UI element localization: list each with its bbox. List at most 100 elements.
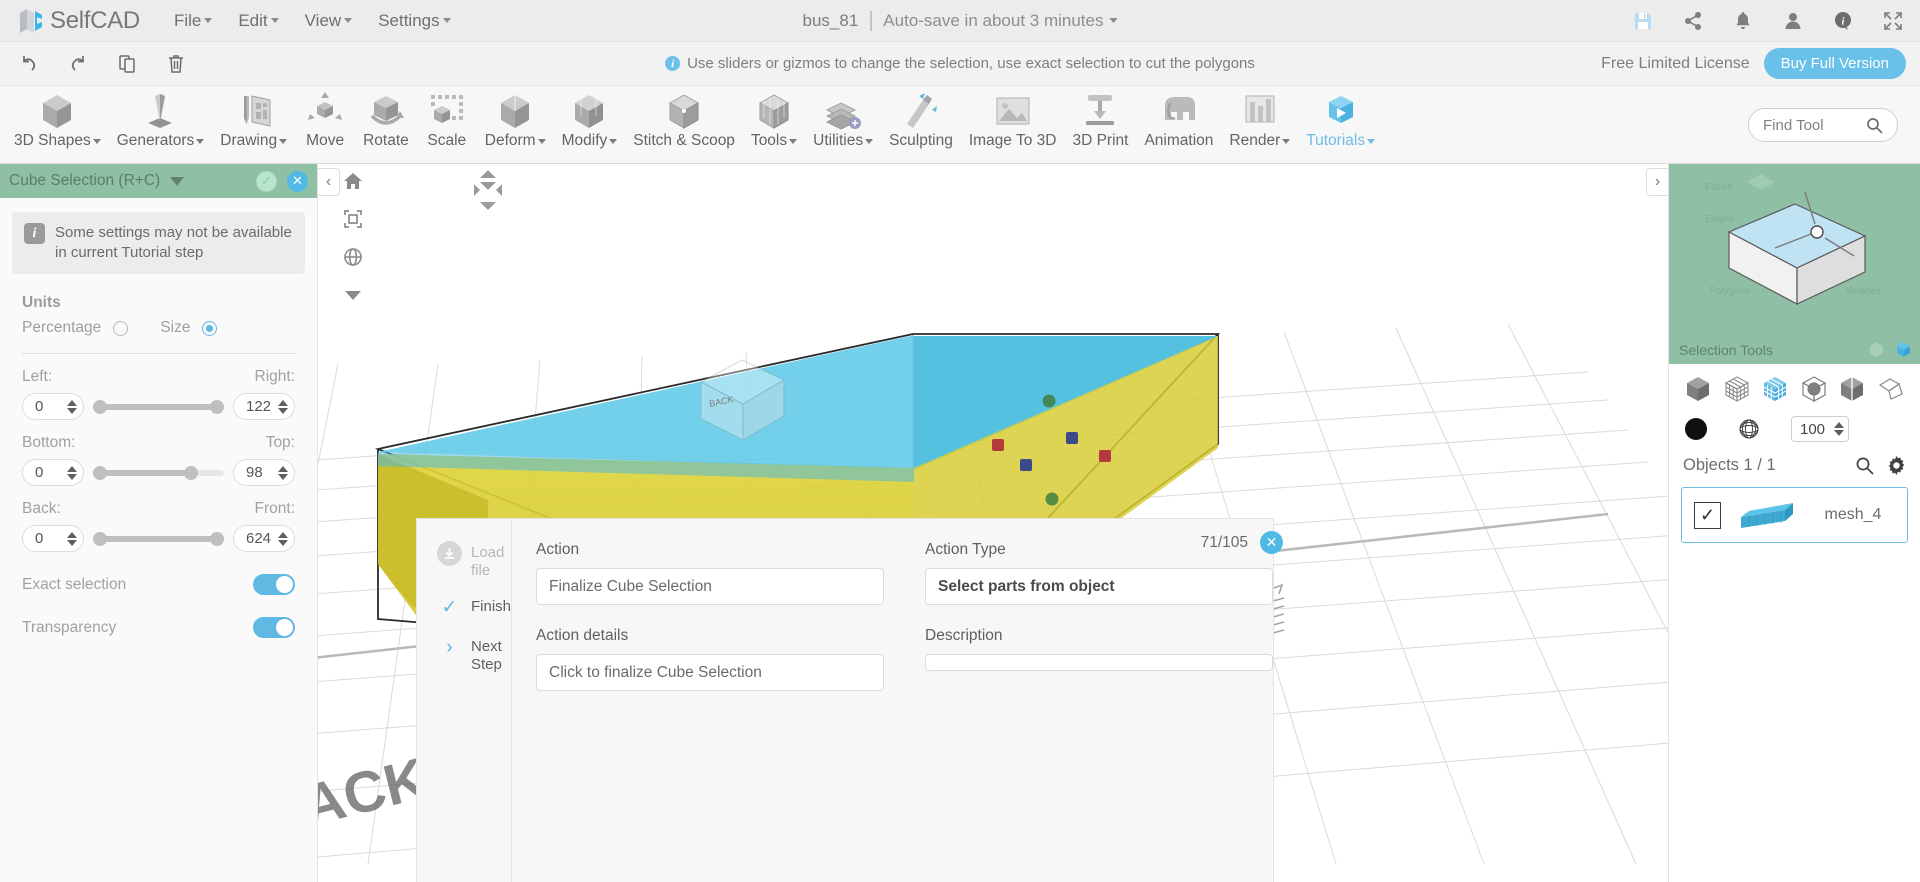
stepper-arrows-icon[interactable] xyxy=(67,399,77,414)
units-options: Percentage Size xyxy=(22,319,317,337)
copy-icon[interactable] xyxy=(116,53,138,75)
save-icon[interactable] xyxy=(1632,10,1654,32)
spinner-right[interactable]: 122 xyxy=(233,393,295,421)
solid-black-circle-icon[interactable] xyxy=(1685,418,1707,440)
gear-icon[interactable] xyxy=(1887,456,1906,475)
user-account-icon[interactable] xyxy=(1782,10,1804,32)
tutorial-step-load-file[interactable]: Load file xyxy=(437,541,511,580)
undo-icon[interactable] xyxy=(18,53,40,75)
open-polygon-icon[interactable] xyxy=(1876,374,1906,404)
search-icon[interactable] xyxy=(1855,456,1874,475)
buy-full-version-button[interactable]: Buy Full Version xyxy=(1763,48,1906,79)
toolbar-item-deform[interactable]: Deform xyxy=(477,86,554,150)
unit-option-percentage[interactable]: Percentage xyxy=(22,319,101,337)
toolbar-item-drawing[interactable]: Drawing xyxy=(212,86,295,150)
fullscreen-icon[interactable] xyxy=(1882,10,1904,32)
toolbar-label: Scale xyxy=(427,132,467,149)
zoom-fit-icon[interactable] xyxy=(340,206,366,232)
object-checkbox[interactable]: ✓ xyxy=(1694,501,1721,529)
stepper-arrows-icon[interactable] xyxy=(278,465,288,480)
solid-preview-icon[interactable] xyxy=(1895,341,1912,358)
chevron-down-icon[interactable] xyxy=(170,176,185,186)
dotted-sphere-icon[interactable] xyxy=(1737,417,1761,441)
range-slider-back-front[interactable] xyxy=(93,530,224,548)
field-label-left: Left: xyxy=(22,368,53,386)
toolbar-item-generators[interactable]: Generators xyxy=(109,86,213,150)
stepper-arrows-icon[interactable] xyxy=(278,531,288,546)
toolbar-item-tutorials[interactable]: Tutorials xyxy=(1298,86,1383,150)
toolbar-item-image-to-3d[interactable]: Image To 3D xyxy=(961,86,1065,150)
toggle-transparency-switch[interactable] xyxy=(253,617,295,639)
wireframe-preview-icon[interactable] xyxy=(1868,341,1885,358)
toolbar-label: Move xyxy=(306,132,345,149)
action-details-input[interactable]: Click to finalize Cube Selection xyxy=(536,654,885,691)
radio-size[interactable] xyxy=(202,320,218,336)
toolbar-item-modify[interactable]: Modify xyxy=(554,86,626,150)
close-circle-icon[interactable]: ✕ xyxy=(287,170,308,192)
stepper-arrows-icon[interactable] xyxy=(1834,422,1844,436)
spinner-front[interactable]: 624 xyxy=(233,525,295,553)
chevron-down-icon xyxy=(196,138,205,144)
toolbar-item-sculpting[interactable]: Sculpting xyxy=(881,86,961,150)
wireframe-cube-icon[interactable] xyxy=(1722,374,1752,404)
check-circle-icon[interactable]: ✓ xyxy=(256,170,277,192)
menu-view[interactable]: View xyxy=(305,11,353,31)
tutorial-step-finish[interactable]: ✓ Finish xyxy=(437,595,511,620)
tutorial-step-next[interactable]: › Next Step xyxy=(437,635,511,674)
view-orientation-gizmo[interactable] xyxy=(470,168,506,212)
menu-edit[interactable]: Edit xyxy=(238,11,279,31)
toolbar-item-stitch-scoop[interactable]: Stitch & Scoop xyxy=(625,86,743,150)
collapse-right-panel-button[interactable]: › xyxy=(1646,168,1668,196)
toolbar-item-3d-print[interactable]: 3D Print xyxy=(1064,86,1136,150)
close-icon[interactable]: ✕ xyxy=(1260,531,1284,554)
panel-header: Cube Selection (R+C) ✓ ✕ xyxy=(0,164,317,198)
find-tool-input[interactable]: Find Tool xyxy=(1748,108,1898,142)
menu-file[interactable]: File xyxy=(174,11,213,31)
description-input[interactable] xyxy=(925,654,1274,671)
stepper-arrows-icon[interactable] xyxy=(278,399,288,414)
perspective-icon[interactable] xyxy=(340,244,366,270)
delete-trash-icon[interactable] xyxy=(165,53,187,75)
info-icon[interactable]: i xyxy=(1832,10,1854,32)
toolbar-item-scale[interactable]: Scale xyxy=(417,86,477,150)
solid-cube-icon[interactable] xyxy=(1683,374,1713,404)
toolbar-item-animation[interactable]: Animation xyxy=(1136,86,1221,150)
spinner-back[interactable]: 0 xyxy=(22,525,84,553)
range-slider-bottom-top[interactable] xyxy=(93,464,224,482)
collapse-left-panel-button[interactable]: ‹ xyxy=(318,168,340,196)
collapse-down-icon[interactable] xyxy=(340,282,366,308)
license-status: Free Limited License xyxy=(1601,54,1750,72)
toolbar-item-3d-shapes[interactable]: 3D Shapes xyxy=(6,86,109,150)
menu-settings[interactable]: Settings xyxy=(378,11,451,31)
share-icon[interactable] xyxy=(1682,10,1704,32)
toggle-exact-selection-switch[interactable] xyxy=(253,574,295,596)
toolbar-item-utilities[interactable]: Utilities xyxy=(805,86,881,150)
half-cube-icon[interactable] xyxy=(1837,374,1867,404)
spinner-left[interactable]: 0 xyxy=(22,393,84,421)
home-icon[interactable] xyxy=(340,168,366,194)
stepper-arrows-icon[interactable] xyxy=(67,531,77,546)
brush-size-input[interactable]: 100 xyxy=(1791,416,1849,442)
notifications-bell-icon[interactable] xyxy=(1732,10,1754,32)
sphere-in-cube-icon[interactable] xyxy=(1799,374,1829,404)
toolbar-item-rotate[interactable]: Rotate xyxy=(355,86,417,150)
brand-logo-area[interactable]: SelfCAD xyxy=(0,7,140,35)
action-type-input[interactable]: Select parts from object xyxy=(925,568,1274,605)
toolbar-item-tools[interactable]: Tools xyxy=(743,86,805,150)
autosave-status[interactable]: Auto-save in about 3 minutes xyxy=(883,11,1118,31)
list-item[interactable]: ✓ mesh_4 xyxy=(1681,487,1908,543)
face-select-cube-icon[interactable] xyxy=(1760,374,1790,404)
unit-option-size[interactable]: Size xyxy=(160,319,190,337)
range-slider-left-right[interactable] xyxy=(93,398,224,416)
panel-title-row[interactable]: Cube Selection (R+C) xyxy=(9,172,246,190)
action-input[interactable]: Finalize Cube Selection xyxy=(536,568,885,605)
toolbar-item-move[interactable]: Move xyxy=(295,86,355,150)
tutorial-panel: Load file ✓ Finish › Next Step Action Fi… xyxy=(416,518,1284,882)
redo-icon[interactable] xyxy=(67,53,89,75)
stepper-arrows-icon[interactable] xyxy=(67,465,77,480)
radio-percentage[interactable] xyxy=(113,320,129,336)
spinner-bottom[interactable]: 0 xyxy=(22,459,84,487)
toolbar-item-render[interactable]: Render xyxy=(1221,86,1298,150)
spinner-top[interactable]: 98 xyxy=(233,459,295,487)
toolbar-label: Image To 3D xyxy=(968,132,1057,149)
